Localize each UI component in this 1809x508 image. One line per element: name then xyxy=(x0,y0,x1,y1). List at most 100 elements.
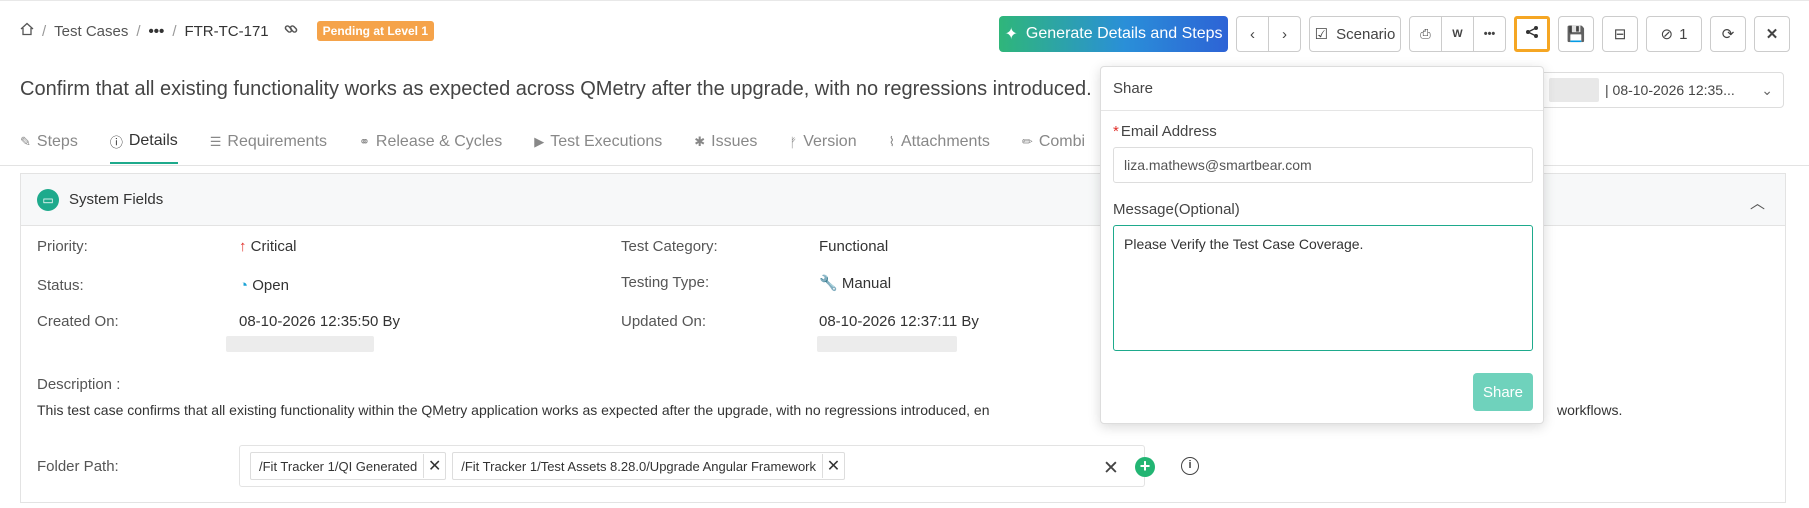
priority-text: Critical xyxy=(250,238,297,255)
save-button[interactable]: 💾 xyxy=(1558,16,1594,52)
edit-icon: ✎ xyxy=(20,134,31,149)
email-label-text: Email Address xyxy=(1120,123,1217,140)
version-dropdown-text: | 08-10-2026 12:35... xyxy=(1605,82,1735,98)
more-icon: ••• xyxy=(1483,28,1496,40)
breadcrumb-current: FTR-TC-171 xyxy=(184,22,269,40)
generate-label: Generate Details and Steps xyxy=(1025,25,1223,42)
chevron-right-icon: › xyxy=(1282,25,1287,43)
folder-path-field[interactable]: /Fit Tracker 1/QI Generated ✕ /Fit Track… xyxy=(239,445,1145,487)
watch-count: 1 xyxy=(1679,25,1688,43)
share-popover: Share * Email Address liza.mathews@smartb… xyxy=(1100,66,1544,424)
next-button[interactable]: › xyxy=(1268,16,1301,52)
generate-details-button[interactable]: ✦ Generate Details and Steps xyxy=(999,16,1228,52)
folder-path-label: Folder Path: xyxy=(37,458,119,475)
status-label: Status: xyxy=(37,277,84,294)
tab-version[interactable]: ᚠ Version xyxy=(789,120,856,164)
tab-test-executions[interactable]: ▶ Test Executions xyxy=(534,120,662,164)
tab-details[interactable]: ⓘ Details xyxy=(109,120,178,164)
scenario-label: Scenario xyxy=(1336,25,1396,43)
export-word-button[interactable]: W xyxy=(1441,16,1474,52)
copy-link-icon[interactable] xyxy=(283,21,299,41)
tab-steps[interactable]: ✎ Steps xyxy=(20,120,78,164)
tab-release-cycles[interactable]: ⚭ Release & Cycles xyxy=(359,120,502,164)
refresh-button[interactable]: ⟳ xyxy=(1710,16,1746,52)
close-button[interactable]: ✕ xyxy=(1754,16,1790,52)
remove-chip-icon[interactable]: ✕ xyxy=(822,454,844,478)
breadcrumb-sep: / xyxy=(42,22,47,40)
testing-type-value[interactable]: 🔧 Manual xyxy=(819,274,891,292)
toolbar: ✦ Generate Details and Steps ‹ › ☑ Scena… xyxy=(999,15,1790,53)
info-icon[interactable]: i xyxy=(1181,457,1199,475)
watch-button[interactable]: ⊘ 1 xyxy=(1646,16,1702,52)
previous-button[interactable]: ‹ xyxy=(1236,16,1269,52)
scenario-icon: ☑ xyxy=(1314,26,1329,43)
priority-label: Priority: xyxy=(37,238,88,255)
pencil-icon: ✏ xyxy=(1021,134,1033,149)
tab-label: Version xyxy=(803,133,857,150)
pdf-icon: ⎙ xyxy=(1420,26,1431,41)
message-label: Message(Optional) xyxy=(1113,201,1240,218)
info-icon: ⓘ xyxy=(109,134,123,150)
top-bar: / Test Cases / ••• / FTR-TC-171 Pending … xyxy=(0,0,1809,62)
tab-combinations[interactable]: ✏ Combi xyxy=(1022,120,1085,164)
page-title: Confirm that all existing functionality … xyxy=(20,78,1092,100)
status-badge: Pending at Level 1 xyxy=(316,21,435,41)
wrench-icon: 🔧 xyxy=(819,275,838,292)
add-folder-icon[interactable]: + xyxy=(1135,457,1155,477)
chevron-down-icon: ⌄ xyxy=(1761,81,1773,98)
tab-label: Attachments xyxy=(900,133,990,150)
breadcrumb-test-cases[interactable]: Test Cases xyxy=(54,23,128,40)
folder-chip-label: /Fit Tracker 1/QI Generated xyxy=(259,458,418,474)
scenario-button[interactable]: ☑ Scenario xyxy=(1309,16,1401,52)
export-pdf-button[interactable]: ⎙ xyxy=(1409,16,1442,52)
more-button[interactable]: ••• xyxy=(1473,16,1506,52)
redacted-created-by xyxy=(226,336,374,352)
redacted-user xyxy=(1549,78,1599,102)
link-icon: ⚭ xyxy=(359,134,370,149)
tab-issues[interactable]: ✱ Issues xyxy=(694,120,757,164)
nav-group: ‹ › xyxy=(1236,16,1301,52)
breadcrumb-ellipsis[interactable]: ••• xyxy=(149,23,165,40)
archive-icon: ⊟ xyxy=(1613,26,1627,43)
priority-value[interactable]: ↑ Critical xyxy=(239,238,297,255)
share-button[interactable] xyxy=(1514,16,1550,52)
bug-icon: ✱ xyxy=(694,134,706,149)
close-icon: ✕ xyxy=(1765,26,1779,43)
description-text: This test case confirms that all existin… xyxy=(37,402,990,418)
remove-chip-icon[interactable]: ✕ xyxy=(423,454,445,478)
message-optional: (Optional) xyxy=(1173,201,1240,218)
monitor-icon: ▭ xyxy=(37,188,59,211)
branch-icon: ᚠ xyxy=(789,134,798,150)
message-textarea[interactable]: Please Verify the Test Case Coverage. xyxy=(1113,225,1533,351)
email-field[interactable]: liza.mathews@smartbear.com xyxy=(1113,147,1533,183)
clear-icon[interactable]: ✕ xyxy=(1103,457,1119,480)
tab-label: Combi xyxy=(1038,133,1086,150)
test-category-value[interactable]: Functional xyxy=(819,238,888,255)
share-submit-button[interactable]: Share xyxy=(1473,373,1533,411)
chevron-up-icon[interactable]: ︿ xyxy=(1750,192,1765,213)
chevron-left-icon: ‹ xyxy=(1250,25,1255,43)
created-on-value: 08-10-2026 12:35:50 By xyxy=(239,313,400,330)
share-popover-title: Share xyxy=(1101,67,1543,111)
home-icon[interactable] xyxy=(20,22,34,40)
required-marker: * xyxy=(1113,123,1119,140)
breadcrumb-sep: / xyxy=(136,22,141,40)
play-icon: ▶ xyxy=(534,134,545,149)
description-tail: workflows. xyxy=(1557,402,1623,418)
status-text: Open xyxy=(252,277,289,294)
status-value[interactable]: ◔ Open xyxy=(239,277,289,294)
tab-label: Steps xyxy=(36,133,78,150)
tab-requirements[interactable]: ☰ Requirements xyxy=(210,120,327,164)
updated-on-label: Updated On: xyxy=(621,313,707,330)
folder-chip-label: /Fit Tracker 1/Test Assets 8.28.0/Upgrad… xyxy=(461,458,816,474)
version-dropdown[interactable]: | 08-10-2026 12:35... ⌄ xyxy=(1540,72,1784,108)
open-status-icon: ◔ xyxy=(239,277,249,294)
description-label: Description : xyxy=(37,376,121,393)
created-on-label: Created On: xyxy=(37,313,119,330)
tab-label: Details xyxy=(128,132,178,149)
tab-attachments[interactable]: ⌇ Attachments xyxy=(889,120,990,164)
archive-button[interactable]: ⊟ xyxy=(1602,16,1638,52)
redacted-updated-by xyxy=(817,336,957,352)
testing-type-label: Testing Type: xyxy=(621,274,710,291)
folder-chip: /Fit Tracker 1/QI Generated ✕ xyxy=(250,452,447,480)
